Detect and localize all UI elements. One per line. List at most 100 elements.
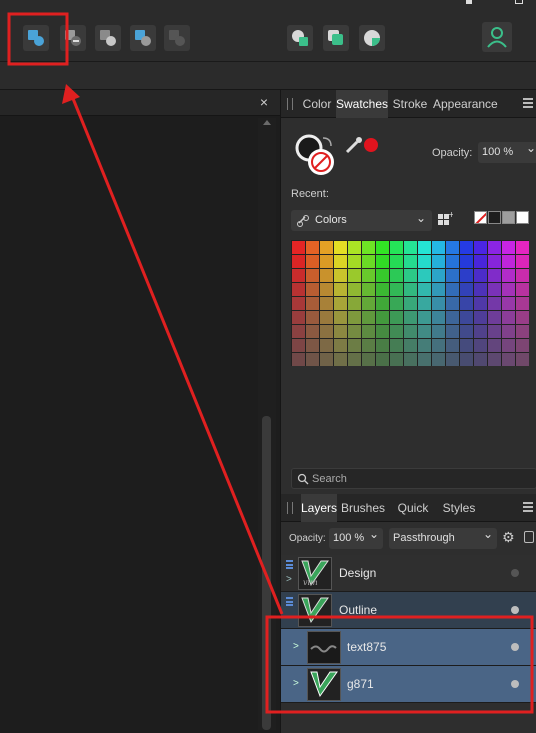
- color-swatch[interactable]: [417, 296, 431, 310]
- color-swatch[interactable]: [501, 352, 515, 366]
- color-swatch[interactable]: [445, 324, 459, 338]
- color-swatch[interactable]: [501, 296, 515, 310]
- color-swatch[interactable]: [515, 240, 529, 254]
- color-swatch[interactable]: [431, 254, 445, 268]
- color-swatch[interactable]: [501, 338, 515, 352]
- color-swatch[interactable]: [319, 282, 333, 296]
- color-swatch[interactable]: [403, 268, 417, 282]
- color-swatch[interactable]: [501, 240, 515, 254]
- visibility-dot-icon[interactable]: [511, 680, 519, 688]
- color-swatch[interactable]: [417, 352, 431, 366]
- color-swatch[interactable]: [473, 240, 487, 254]
- color-swatch[interactable]: [291, 282, 305, 296]
- color-swatch[interactable]: [487, 240, 501, 254]
- color-swatch[interactable]: [389, 296, 403, 310]
- color-swatch[interactable]: [487, 310, 501, 324]
- color-swatch[interactable]: [473, 254, 487, 268]
- color-swatch[interactable]: [375, 282, 389, 296]
- fill-stroke-well-icon[interactable]: [295, 134, 337, 178]
- color-swatch[interactable]: [403, 296, 417, 310]
- color-swatch[interactable]: [333, 254, 347, 268]
- color-swatch[interactable]: [431, 324, 445, 338]
- color-swatch[interactable]: [319, 240, 333, 254]
- color-swatch[interactable]: [515, 352, 529, 366]
- color-swatch[interactable]: [319, 268, 333, 282]
- color-swatch[interactable]: [431, 240, 445, 254]
- color-swatch[interactable]: [473, 338, 487, 352]
- color-swatch[interactable]: [305, 296, 319, 310]
- color-swatch[interactable]: [473, 268, 487, 282]
- vertical-scrollbar[interactable]: [258, 118, 276, 730]
- color-swatch[interactable]: [347, 352, 361, 366]
- color-swatch[interactable]: [291, 296, 305, 310]
- color-swatch[interactable]: [305, 240, 319, 254]
- color-swatch[interactable]: [445, 338, 459, 352]
- color-swatch[interactable]: [473, 310, 487, 324]
- color-swatch[interactable]: [361, 268, 375, 282]
- insert-front-button[interactable]: [323, 25, 349, 51]
- color-swatch[interactable]: [515, 310, 529, 324]
- lock-icon[interactable]: [524, 531, 534, 543]
- color-swatch[interactable]: [333, 240, 347, 254]
- color-swatch[interactable]: [375, 310, 389, 324]
- opacity-field[interactable]: 100 %: [478, 138, 536, 163]
- color-swatch[interactable]: [473, 296, 487, 310]
- color-swatch[interactable]: [375, 268, 389, 282]
- color-swatch[interactable]: [501, 324, 515, 338]
- palette-grid-add-icon[interactable]: +: [437, 211, 453, 227]
- visibility-dot-icon[interactable]: [511, 643, 519, 651]
- layer-row-outline[interactable]: Outline: [281, 592, 536, 629]
- color-swatch[interactable]: [403, 324, 417, 338]
- color-swatch[interactable]: [417, 254, 431, 268]
- color-swatch[interactable]: [445, 352, 459, 366]
- color-swatch[interactable]: [333, 324, 347, 338]
- expand-arrow-icon[interactable]: >: [286, 574, 292, 585]
- xor-boolean-button[interactable]: [130, 25, 156, 51]
- panel-menu-icon[interactable]: [523, 502, 533, 512]
- palette-dropdown[interactable]: Colors ⌄: [291, 210, 432, 231]
- color-swatch[interactable]: [333, 268, 347, 282]
- color-swatch[interactable]: [319, 254, 333, 268]
- color-swatch[interactable]: [515, 282, 529, 296]
- color-swatch[interactable]: [305, 282, 319, 296]
- expand-arrow-icon[interactable]: >: [293, 678, 299, 689]
- color-swatch[interactable]: [375, 240, 389, 254]
- visibility-dot-icon[interactable]: [511, 606, 519, 614]
- divide-boolean-button[interactable]: [164, 25, 190, 51]
- color-swatch[interactable]: [501, 282, 515, 296]
- color-swatch[interactable]: [305, 268, 319, 282]
- color-swatch[interactable]: [333, 310, 347, 324]
- subtract-boolean-button[interactable]: [60, 25, 86, 51]
- color-swatch[interactable]: [319, 324, 333, 338]
- color-swatch[interactable]: [361, 352, 375, 366]
- color-swatch[interactable]: [291, 254, 305, 268]
- color-swatch[interactable]: [431, 338, 445, 352]
- color-swatch[interactable]: [319, 296, 333, 310]
- color-swatch[interactable]: [459, 352, 473, 366]
- tab-quick-fx[interactable]: Quick FX: [389, 494, 437, 543]
- intersect-boolean-button[interactable]: [95, 25, 121, 51]
- color-swatch[interactable]: [403, 282, 417, 296]
- color-swatch[interactable]: [291, 240, 305, 254]
- panel-grip-icon[interactable]: [287, 98, 293, 110]
- tab-styles[interactable]: Styles: [441, 494, 477, 522]
- color-swatch[interactable]: [431, 296, 445, 310]
- color-swatch[interactable]: [417, 338, 431, 352]
- color-swatch[interactable]: [459, 324, 473, 338]
- color-swatch[interactable]: [319, 338, 333, 352]
- color-swatch[interactable]: [291, 324, 305, 338]
- color-swatch[interactable]: [417, 324, 431, 338]
- color-swatch[interactable]: [515, 338, 529, 352]
- color-swatch[interactable]: [375, 254, 389, 268]
- color-swatch[interactable]: [445, 268, 459, 282]
- scrollbar-thumb[interactable]: [262, 416, 271, 730]
- color-swatch[interactable]: [403, 338, 417, 352]
- tab-color[interactable]: Color: [301, 90, 333, 118]
- blend-mode-dropdown[interactable]: Passthrough: [389, 524, 497, 549]
- color-swatch[interactable]: [375, 324, 389, 338]
- color-swatch[interactable]: [445, 254, 459, 268]
- color-swatch[interactable]: [487, 268, 501, 282]
- color-swatch[interactable]: [445, 282, 459, 296]
- recent-swatch[interactable]: [488, 211, 501, 224]
- color-swatch[interactable]: [459, 254, 473, 268]
